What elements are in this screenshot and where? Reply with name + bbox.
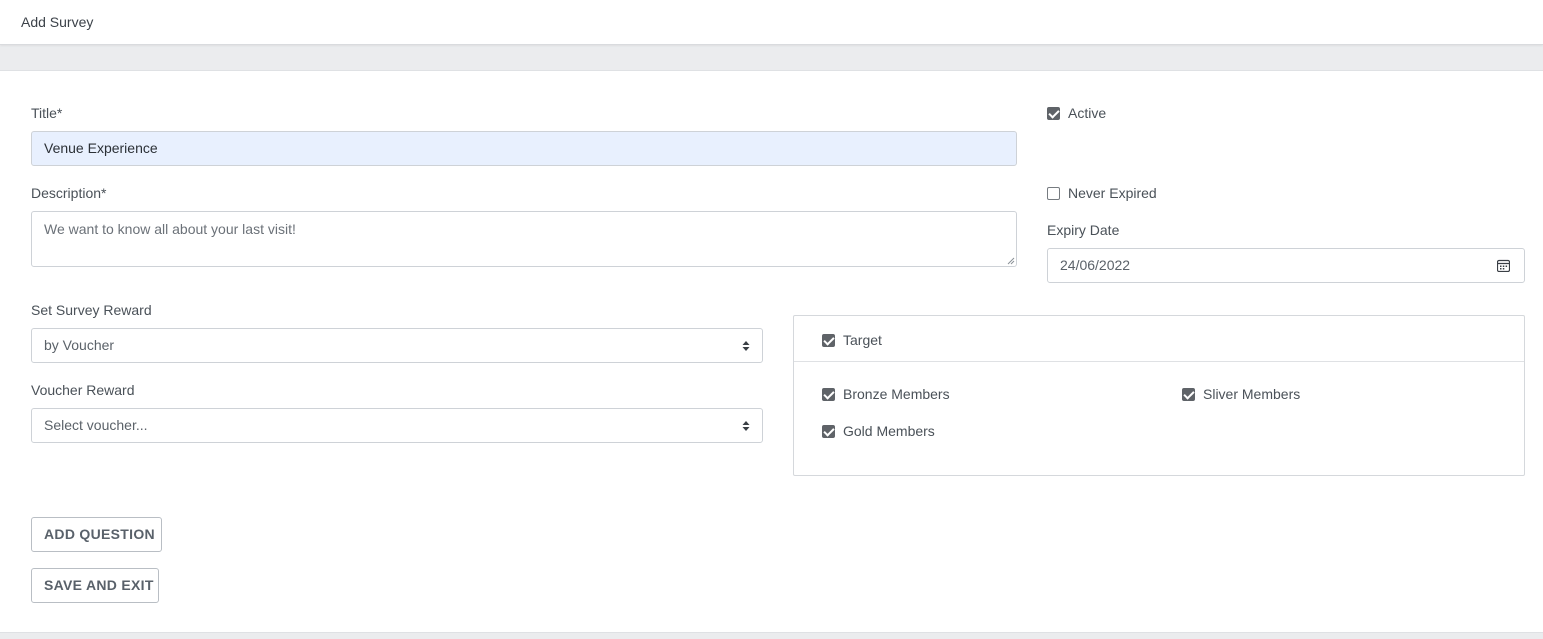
page-title: Add Survey — [21, 14, 94, 30]
save-and-exit-button[interactable]: SAVE AND EXIT — [31, 568, 159, 603]
title-label: Title* — [31, 105, 63, 121]
survey-form-card: Title* Venue Experience Description* We … — [0, 70, 1543, 633]
target-checkbox[interactable] — [822, 333, 835, 347]
reward-label: Set Survey Reward — [31, 302, 152, 318]
description-textarea[interactable]: We want to know all about your last visi… — [31, 211, 1017, 267]
voucher-label: Voucher Reward — [31, 382, 135, 398]
resize-grip-icon[interactable] — [1007, 257, 1015, 265]
voucher-select-placeholder: Select voucher... — [44, 417, 148, 433]
sliver-members-label: Sliver Members — [1203, 386, 1301, 402]
description-label: Description* — [31, 185, 107, 201]
select-arrows-icon — [742, 421, 750, 431]
bronze-members-checkbox[interactable] — [822, 387, 835, 401]
target-checkbox-row[interactable]: Target — [822, 332, 882, 348]
gold-members-checkbox-row[interactable]: Gold Members — [822, 423, 935, 439]
target-label: Target — [843, 332, 882, 348]
title-input[interactable]: Venue Experience — [31, 131, 1017, 166]
page-header: Add Survey — [0, 0, 1543, 45]
gold-members-checkbox[interactable] — [822, 424, 835, 438]
expiry-date-value: 24/06/2022 — [1060, 257, 1131, 273]
target-divider — [794, 361, 1524, 362]
active-checkbox-row[interactable]: Active — [1047, 105, 1106, 121]
voucher-select[interactable]: Select voucher... — [31, 408, 763, 443]
never-expired-checkbox[interactable] — [1047, 186, 1060, 200]
active-checkbox[interactable] — [1047, 106, 1060, 120]
add-question-button[interactable]: ADD QUESTION — [31, 517, 162, 552]
calendar-icon[interactable] — [1497, 259, 1510, 272]
description-text: We want to know all about your last visi… — [44, 221, 296, 237]
sliver-members-checkbox[interactable] — [1182, 387, 1195, 401]
bronze-members-label: Bronze Members — [843, 386, 950, 402]
select-arrows-icon — [742, 341, 750, 351]
never-expired-label: Never Expired — [1068, 185, 1157, 201]
active-label: Active — [1068, 105, 1107, 121]
target-panel: Target Bronze Members Sliver Members Gol… — [793, 315, 1525, 476]
expiry-date-label: Expiry Date — [1047, 222, 1120, 238]
expiry-date-input[interactable]: 24/06/2022 — [1047, 248, 1525, 283]
bronze-members-checkbox-row[interactable]: Bronze Members — [822, 386, 950, 402]
sliver-members-checkbox-row[interactable]: Sliver Members — [1182, 386, 1300, 402]
gold-members-label: Gold Members — [843, 423, 935, 439]
reward-select-value: by Voucher — [44, 337, 115, 353]
never-expired-checkbox-row[interactable]: Never Expired — [1047, 185, 1157, 201]
reward-select[interactable]: by Voucher — [31, 328, 763, 363]
